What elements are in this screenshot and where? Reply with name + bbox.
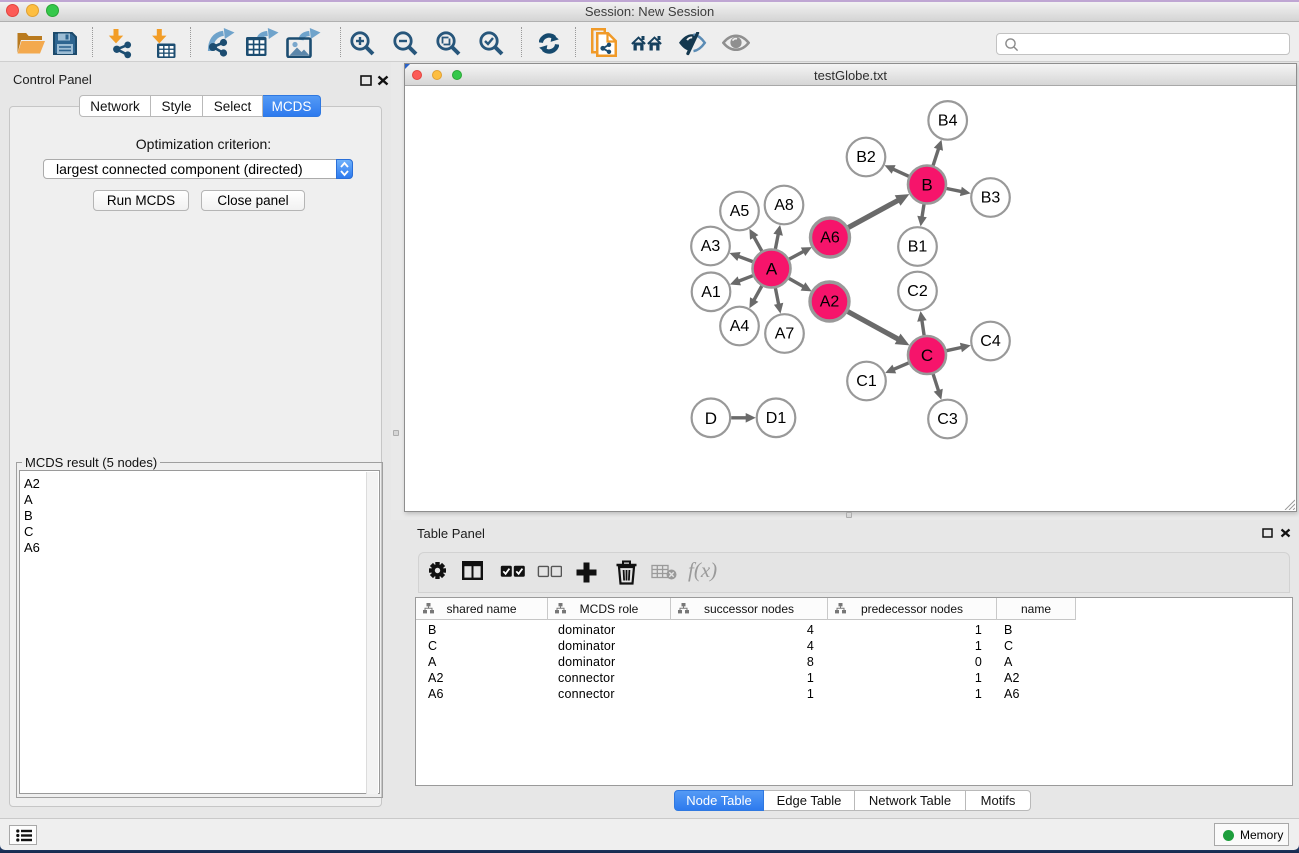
svg-text:C1: C1: [856, 373, 877, 390]
svg-text:A4: A4: [730, 318, 750, 335]
svg-text:A3: A3: [701, 238, 721, 255]
svg-text:A6: A6: [820, 230, 840, 247]
svg-text:C3: C3: [937, 411, 958, 428]
svg-text:D: D: [705, 409, 717, 428]
svg-text:B4: B4: [938, 112, 958, 129]
svg-text:A: A: [766, 260, 778, 279]
svg-text:A1: A1: [701, 284, 721, 301]
svg-text:D1: D1: [766, 410, 787, 427]
svg-text:C2: C2: [907, 283, 928, 300]
svg-text:C: C: [921, 346, 933, 365]
svg-text:B3: B3: [981, 190, 1001, 207]
svg-text:A2: A2: [820, 294, 840, 311]
svg-text:A8: A8: [774, 197, 794, 214]
svg-text:A5: A5: [730, 203, 750, 220]
svg-text:B2: B2: [856, 149, 876, 166]
svg-text:A7: A7: [775, 326, 795, 343]
svg-text:B1: B1: [908, 239, 928, 256]
svg-text:C4: C4: [980, 333, 1001, 350]
svg-text:B: B: [921, 176, 932, 195]
